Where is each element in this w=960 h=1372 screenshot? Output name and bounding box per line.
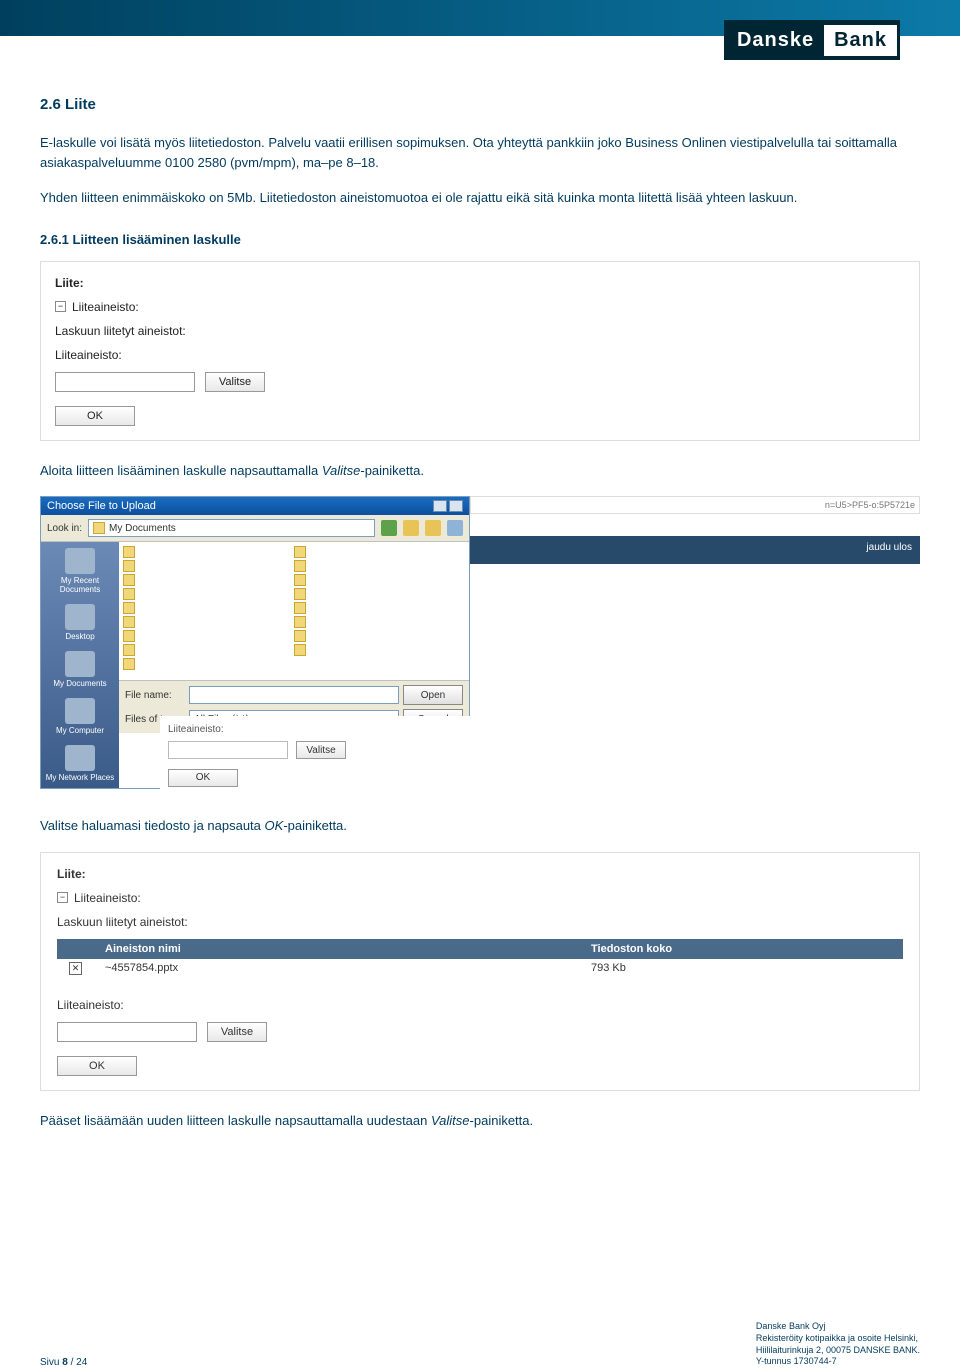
table-row: ✕ ~4557854.pptx 793 Kb (57, 959, 903, 978)
cell-filesize: 793 Kb (583, 962, 903, 974)
file-path-input[interactable] (55, 372, 195, 392)
logo: Danske Bank (724, 20, 900, 60)
delete-icon[interactable]: ✕ (69, 962, 82, 975)
bg-file-input[interactable] (168, 741, 288, 759)
background-attachment-form: Liiteaineisto: Valitse OK (160, 716, 900, 795)
file-list[interactable] (119, 542, 469, 680)
logout-link[interactable]: jaudu ulos (866, 542, 912, 553)
sidebar-network[interactable]: My Network Places (46, 745, 114, 782)
panel2-file-input[interactable] (57, 1022, 197, 1042)
attachment-panel-empty: Liite: − Liiteaineisto: Laskuun liitetyt… (40, 261, 920, 441)
bg-material-label: Liiteaineisto: (168, 724, 892, 735)
up-icon[interactable] (403, 520, 419, 536)
page-content: 2.6 Liite E-laskulle voi lisätä myös lii… (0, 36, 960, 1130)
dialog-toolbar: Look in: My Documents (41, 515, 469, 542)
close-icon[interactable] (449, 500, 463, 512)
open-button[interactable]: Open (403, 685, 463, 705)
panel-heading: Liite: (55, 276, 905, 290)
bg-header-bar (470, 536, 920, 564)
section-title: 2.6 Liite (40, 96, 920, 113)
minus-icon: − (55, 301, 66, 312)
table-header: Aineiston nimi Tiedoston koko (57, 939, 903, 959)
file-dialog-screenshot: n=U5>PF5-o:5P5721e jaudu ulos Choose Fil… (40, 496, 920, 796)
dialog-title: Choose File to Upload (47, 500, 156, 512)
page-number: Sivu 8 / 24 (40, 1357, 87, 1368)
cell-filename: ~4557854.pptx (97, 962, 583, 974)
bg-ok-button[interactable]: OK (168, 769, 238, 787)
footer-company-info: Danske Bank Oyj Rekisteröity kotipaikka … (756, 1321, 920, 1368)
narrative-1: Aloita liitteen lisääminen laskulle naps… (40, 461, 920, 481)
sidebar-documents[interactable]: My Documents (53, 651, 106, 688)
panel2-heading: Liite: (57, 867, 903, 881)
help-icon[interactable] (433, 500, 447, 512)
filename-input[interactable] (189, 686, 399, 704)
col-name: Aineiston nimi (97, 943, 583, 955)
paragraph-1: E-laskulle voi lisätä myös liitetiedosto… (40, 133, 920, 172)
attachment-panel-filled: Liite: − Liiteaineisto: Laskuun liitetyt… (40, 852, 920, 1091)
views-icon[interactable] (447, 520, 463, 536)
filename-label: File name: (125, 690, 185, 701)
ok-button[interactable]: OK (55, 406, 135, 426)
panel2-attached-label: Laskuun liitetyt aineistot: (57, 915, 903, 929)
sidebar-desktop[interactable]: Desktop (65, 604, 95, 641)
panel2-material-label: Liiteaineisto: (57, 998, 903, 1012)
col-size: Tiedoston koko (583, 943, 903, 955)
select-button[interactable]: Valitse (205, 372, 265, 392)
url-bar: n=U5>PF5-o:5P5721e (470, 496, 920, 514)
panel2-collapse-label: Liiteaineisto: (74, 891, 141, 905)
lookin-label: Look in: (47, 523, 82, 534)
folder-icon (93, 522, 105, 534)
panel2-ok-button[interactable]: OK (57, 1056, 137, 1076)
subsection-title: 2.6.1 Liitteen lisääminen laskulle (40, 232, 920, 247)
material-label: Liiteaineisto: (55, 348, 905, 362)
sidebar-computer[interactable]: My Computer (56, 698, 104, 735)
narrative-3: Pääset lisäämään uuden liitteen laskulle… (40, 1111, 920, 1131)
attached-label: Laskuun liitetyt aineistot: (55, 324, 905, 338)
narrative-2: Valitse haluamasi tiedosto ja napsauta O… (40, 816, 920, 836)
bg-select-button[interactable]: Valitse (296, 741, 346, 759)
minus-icon: − (57, 892, 68, 903)
back-icon[interactable] (381, 520, 397, 536)
paragraph-2: Yhden liitteen enimmäiskoko on 5Mb. Liit… (40, 188, 920, 208)
logo-right: Bank (824, 25, 897, 56)
new-folder-icon[interactable] (425, 520, 441, 536)
dialog-titlebar: Choose File to Upload (41, 497, 469, 515)
panel2-select-button[interactable]: Valitse (207, 1022, 267, 1042)
lookin-dropdown[interactable]: My Documents (88, 519, 375, 537)
sidebar-recent[interactable]: My Recent Documents (41, 548, 119, 594)
logo-left: Danske (727, 25, 824, 56)
dialog-sidebar: My Recent Documents Desktop My Documents… (41, 542, 119, 788)
panel2-collapse-row[interactable]: − Liiteaineisto: (57, 891, 903, 905)
collapse-row[interactable]: − Liiteaineisto: (55, 300, 905, 314)
page-footer: Sivu 8 / 24 Danske Bank Oyj Rekisteröity… (0, 1321, 960, 1372)
collapse-label: Liiteaineisto: (72, 300, 139, 314)
